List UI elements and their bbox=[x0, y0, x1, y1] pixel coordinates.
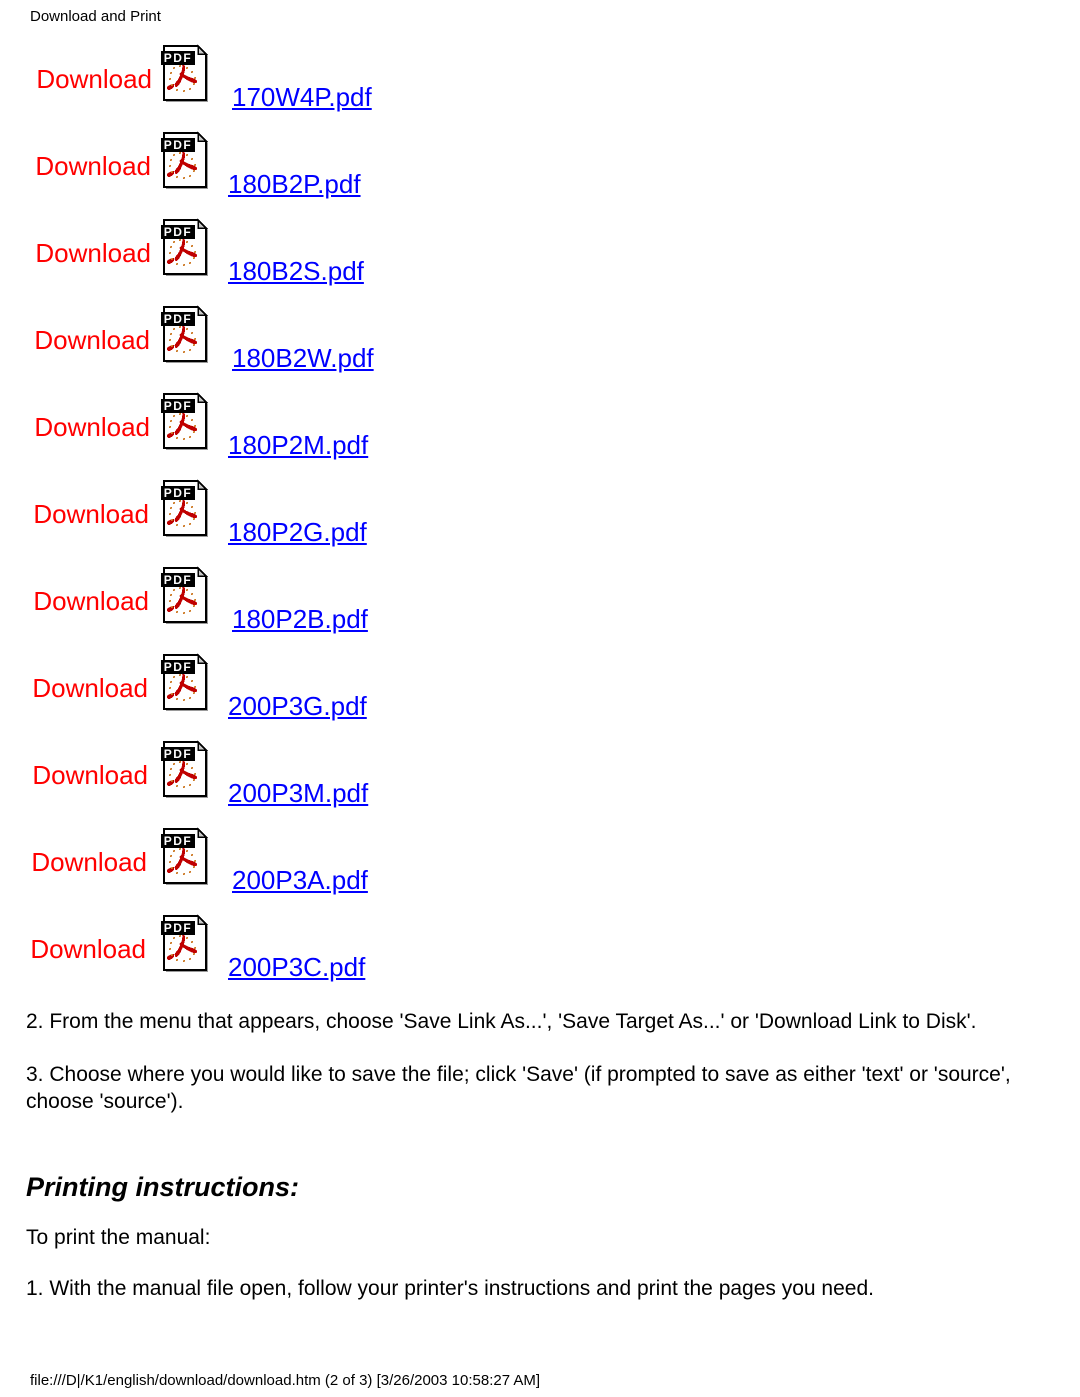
pdf-file-link[interactable]: 180P2B.pdf bbox=[232, 604, 368, 634]
pdf-file-link[interactable]: 180B2P.pdf bbox=[228, 169, 361, 199]
download-label[interactable]: Download bbox=[18, 673, 148, 703]
pdf-file-icon: PDF bbox=[160, 303, 212, 365]
instruction-step-2: 2. From the menu that appears, choose 'S… bbox=[26, 1010, 977, 1033]
pdf-file-icon: PDF bbox=[160, 912, 212, 974]
page-title: Download and Print bbox=[30, 8, 161, 25]
page-footer-path: file:///D|/K1/english/download/download.… bbox=[30, 1372, 541, 1389]
download-list: Download PDF 170W4P.pdf Download PDF 180B2P.p… bbox=[0, 40, 1080, 997]
svg-text:PDF: PDF bbox=[164, 225, 193, 239]
svg-text:PDF: PDF bbox=[164, 399, 193, 413]
svg-text:PDF: PDF bbox=[164, 921, 193, 935]
download-label[interactable]: Download bbox=[20, 325, 150, 355]
svg-text:PDF: PDF bbox=[164, 51, 193, 65]
pdf-file-link[interactable]: 170W4P.pdf bbox=[232, 82, 372, 112]
download-row: Download PDF 180P2B.pdf bbox=[0, 562, 1080, 649]
pdf-file-link[interactable]: 200P3C.pdf bbox=[228, 952, 365, 982]
download-label[interactable]: Download bbox=[16, 934, 146, 964]
download-row: Download PDF 200P3G.pdf bbox=[0, 649, 1080, 736]
pdf-file-link[interactable]: 200P3A.pdf bbox=[232, 865, 368, 895]
download-instructions: 2. From the menu that appears, choose 'S… bbox=[0, 1008, 1080, 1141]
pdf-file-link[interactable]: 180P2G.pdf bbox=[228, 517, 367, 547]
download-row: Download PDF 180B2S.pdf bbox=[0, 214, 1080, 301]
download-label[interactable]: Download bbox=[19, 586, 149, 616]
svg-text:PDF: PDF bbox=[164, 660, 193, 674]
pdf-file-link[interactable]: 180B2S.pdf bbox=[228, 256, 364, 286]
pdf-file-icon: PDF bbox=[160, 216, 212, 278]
download-label[interactable]: Download bbox=[19, 499, 149, 529]
download-label[interactable]: Download bbox=[21, 151, 151, 181]
download-label[interactable]: Download bbox=[21, 238, 151, 268]
download-row: Download PDF 180B2P.pdf bbox=[0, 127, 1080, 214]
svg-text:PDF: PDF bbox=[164, 573, 193, 587]
download-row: Download PDF 180P2G.pdf bbox=[0, 475, 1080, 562]
pdf-file-icon: PDF bbox=[160, 651, 212, 713]
printing-intro-text: To print the manual: bbox=[26, 1226, 211, 1249]
pdf-file-icon: PDF bbox=[160, 825, 212, 887]
svg-text:PDF: PDF bbox=[164, 834, 193, 848]
printing-instructions-heading: Printing instructions: bbox=[26, 1172, 299, 1202]
pdf-file-icon: PDF bbox=[160, 129, 212, 191]
svg-text:PDF: PDF bbox=[164, 138, 193, 152]
download-label[interactable]: Download bbox=[22, 64, 152, 94]
pdf-file-icon: PDF bbox=[160, 390, 212, 452]
download-row: Download PDF 180P2M.pdf bbox=[0, 388, 1080, 475]
pdf-file-icon: PDF bbox=[160, 564, 212, 626]
pdf-file-link[interactable]: 180P2M.pdf bbox=[228, 430, 368, 460]
pdf-file-link[interactable]: 200P3M.pdf bbox=[228, 778, 368, 808]
pdf-file-link[interactable]: 200P3G.pdf bbox=[228, 691, 367, 721]
pdf-file-link[interactable]: 180B2W.pdf bbox=[232, 343, 374, 373]
svg-text:PDF: PDF bbox=[164, 747, 193, 761]
pdf-file-icon: PDF bbox=[160, 42, 212, 104]
download-row: Download PDF 200P3A.pdf bbox=[0, 823, 1080, 910]
download-row: Download PDF 200P3M.pdf bbox=[0, 736, 1080, 823]
pdf-file-icon: PDF bbox=[160, 738, 212, 800]
download-label[interactable]: Download bbox=[17, 847, 147, 877]
instruction-step-3: 3. Choose where you would like to save t… bbox=[26, 1063, 1011, 1113]
download-row: Download PDF 170W4P.pdf bbox=[0, 40, 1080, 127]
pdf-file-icon: PDF bbox=[160, 477, 212, 539]
download-row: Download PDF 180B2W.pdf bbox=[0, 301, 1080, 388]
printing-step-1: 1. With the manual file open, follow you… bbox=[26, 1277, 874, 1300]
svg-text:PDF: PDF bbox=[164, 312, 193, 326]
download-label[interactable]: Download bbox=[18, 760, 148, 790]
download-row: Download PDF 200P3C.pdf bbox=[0, 910, 1080, 997]
svg-text:PDF: PDF bbox=[164, 486, 193, 500]
download-label[interactable]: Download bbox=[20, 412, 150, 442]
